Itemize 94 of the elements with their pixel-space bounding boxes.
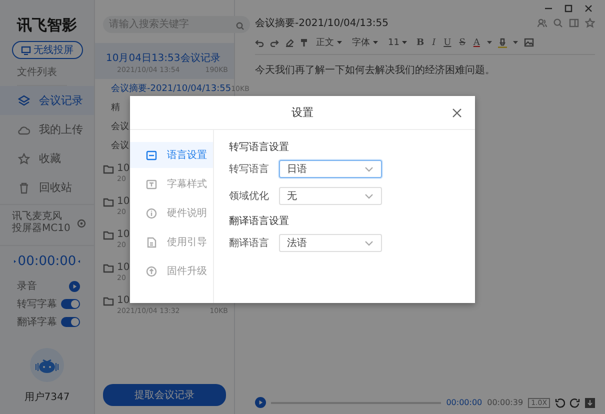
current-time: 00:00:00	[446, 398, 482, 407]
toggle-switch[interactable]	[61, 299, 80, 309]
select-field[interactable]: 日语	[279, 160, 382, 178]
underline-button[interactable]: U	[442, 38, 452, 48]
document-title: 会议摘要-2021/10/04/13:55	[255, 16, 388, 30]
wireless-cast-button[interactable]: 无线投屏	[12, 41, 82, 59]
settings-menu-item[interactable]: 硬件说明	[130, 200, 213, 226]
search-icon[interactable]	[553, 18, 563, 28]
file-item[interactable]: 会议摘要-2021/10/04/13:55	[111, 82, 232, 95]
caret-icon	[402, 41, 408, 44]
toggle-switch[interactable]	[61, 317, 80, 327]
font-color-button[interactable]: A	[472, 38, 481, 48]
settings-menu-item[interactable]: 语言设置	[130, 142, 213, 168]
search-icon[interactable]	[236, 22, 244, 30]
settings-menu-item[interactable]: 固件升级	[130, 258, 213, 284]
field-label: 转写语言	[229, 162, 270, 176]
app-logo: 讯飞智影	[17, 16, 77, 35]
folder-icon	[103, 164, 114, 174]
folder-icon	[103, 296, 114, 306]
chevron-icon	[365, 194, 373, 198]
select-field[interactable]: 无	[279, 187, 382, 205]
extract-records-button[interactable]: 提取会议记录	[103, 384, 226, 406]
format-painter-icon[interactable]	[300, 38, 308, 47]
eraser-icon[interactable]	[285, 38, 294, 47]
nav-item[interactable]: 我的上传	[0, 115, 94, 144]
undo-icon[interactable]	[255, 38, 264, 46]
document-text: 今天我们再了解一下如何去解决我们的经济困难问题。	[255, 64, 496, 77]
close-icon[interactable]	[452, 108, 462, 118]
folder-icon	[103, 262, 114, 272]
star-icon[interactable]	[585, 18, 595, 28]
field-label: 翻译语言	[229, 236, 270, 250]
user-name: 用户7347	[24, 390, 70, 404]
section-heading: 翻译语言设置	[229, 214, 290, 228]
people-icon[interactable]	[537, 18, 547, 28]
nav-icon	[18, 182, 30, 194]
monitor-icon	[20, 46, 30, 54]
timer: 00:00:00	[18, 254, 76, 269]
file-item[interactable]: 精	[111, 101, 120, 114]
upload-icon	[146, 266, 157, 276]
field-label: 领域优化	[229, 190, 270, 203]
image-icon[interactable]	[524, 38, 534, 47]
caret-icon[interactable]	[486, 41, 492, 44]
device-name: 讯飞麦克风 投屏器MC10	[12, 211, 70, 235]
chevron-icon	[365, 166, 373, 172]
font-size-dropdown[interactable]: 11	[386, 38, 410, 48]
nav-icon	[18, 94, 30, 106]
chevron-icon	[365, 240, 373, 246]
play-button[interactable]	[69, 280, 80, 292]
redo-icon[interactable]	[270, 38, 279, 46]
folder-name[interactable]: 10	[117, 295, 130, 306]
document-icon	[146, 236, 157, 248]
nav-item[interactable]: 会议记录	[0, 86, 94, 115]
folder-name[interactable]: 10	[117, 196, 130, 207]
caret-icon	[337, 41, 342, 44]
file-item[interactable]: 会议	[111, 120, 129, 133]
bold-button[interactable]: B	[415, 38, 426, 48]
nav-icon	[18, 124, 30, 136]
caret-icon	[373, 41, 378, 44]
settings-menu-item[interactable]: 使用引导	[130, 229, 213, 255]
total-time: 00:00:39	[487, 398, 524, 407]
control-label: 录音	[17, 280, 37, 293]
download-icon[interactable]	[585, 398, 595, 408]
control-label: 翻译字幕	[17, 316, 57, 329]
nav-item[interactable]: 回收站	[0, 173, 94, 202]
file-item[interactable]: 会议	[111, 139, 129, 152]
panel-icon[interactable]	[569, 18, 579, 28]
folder-icon	[103, 230, 114, 240]
paragraph-style-dropdown[interactable]: 正文	[314, 36, 344, 49]
forward-icon[interactable]	[570, 398, 580, 408]
rewind-icon[interactable]	[555, 398, 565, 408]
settings-menu-item[interactable]: 字幕样式	[130, 171, 213, 197]
control-label: 转写字幕	[17, 298, 57, 311]
folder-name[interactable]: 10	[117, 229, 130, 240]
highlighter-icon[interactable]	[498, 38, 507, 48]
play-button[interactable]	[255, 397, 266, 408]
folder-name[interactable]: 10	[117, 163, 130, 174]
strikethrough-button[interactable]: S	[458, 38, 466, 48]
section-heading: 转写语言设置	[229, 140, 290, 154]
italic-button[interactable]: I	[431, 38, 437, 48]
nav-icon	[18, 152, 30, 164]
language-icon	[146, 150, 157, 160]
info-icon	[146, 208, 157, 218]
folder-icon	[103, 196, 114, 206]
caret-icon[interactable]	[512, 41, 518, 44]
select-field[interactable]: 法语	[279, 234, 382, 252]
dialog-title: 设置	[292, 105, 314, 120]
nav-item[interactable]: 收藏	[0, 144, 94, 173]
font-dropdown[interactable]: 字体	[350, 36, 380, 49]
avatar-icon	[30, 348, 64, 382]
close-icon[interactable]	[584, 4, 593, 13]
settings-icon[interactable]	[77, 218, 86, 228]
folder-name[interactable]: 10	[117, 262, 130, 273]
subtitle-icon	[146, 178, 157, 190]
maximize-icon[interactable]	[564, 4, 573, 13]
